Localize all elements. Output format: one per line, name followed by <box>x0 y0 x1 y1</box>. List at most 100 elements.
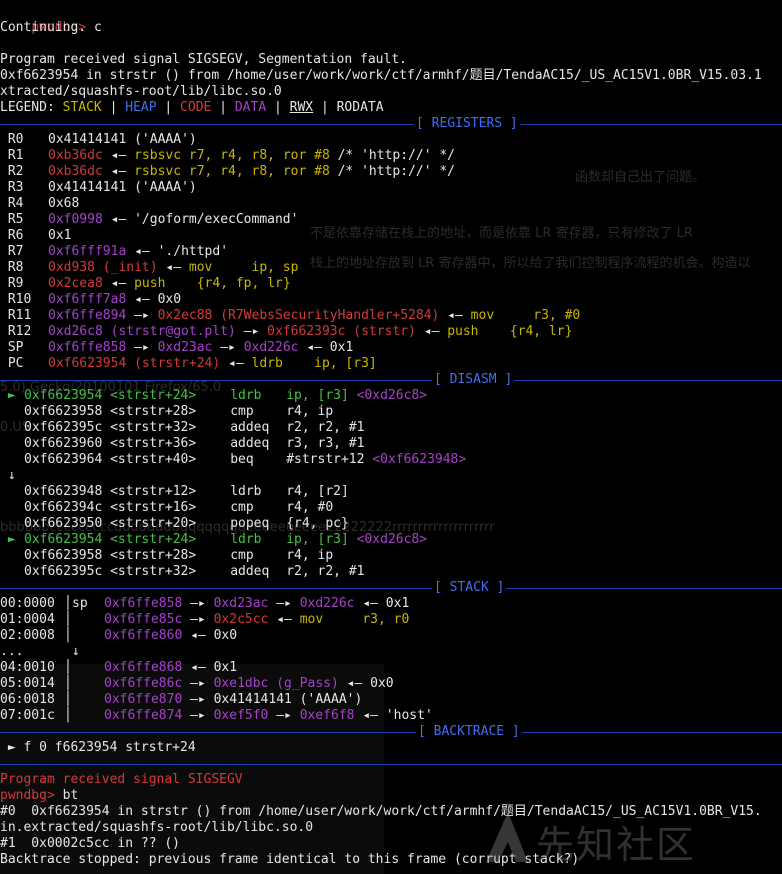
disasm-address: 0xf662394c <strstr+16> <box>24 500 197 515</box>
register-arrow: —▸ <box>126 308 158 323</box>
disasm-marker: ↓ <box>0 468 16 483</box>
disasm-address: 0xf6623958 <strstr+28> <box>24 404 197 419</box>
legend-data: DATA <box>234 100 267 115</box>
disasm-operands: #strstr+12 <box>286 452 365 467</box>
disasm-operands: r4, [r2] <box>286 484 349 499</box>
register-value: 0xf6ffe894 <box>48 308 127 323</box>
stack-chain: ◂— <box>268 612 300 627</box>
register-annotation: ('AAAA') <box>126 180 197 195</box>
register-arrow: ◂— <box>102 148 135 163</box>
stack-chain: —▸ 0x41414141 ('AAAA') <box>182 692 363 707</box>
register-annotation: ◂— 0x0 <box>126 292 182 307</box>
register-row: R12 0xd26c8 (strstr@got.plt) —▸ 0xf662393… <box>0 324 573 340</box>
register-row: R1 0xb36dc ◂— rsbsvc r7, r4, r8, ror #8 /… <box>0 148 455 164</box>
output-line: xtracted/squashfs-root/lib/libc.so.0 <box>0 84 282 99</box>
section-divider <box>0 764 782 765</box>
stack-offset: 02:0008 <box>0 628 55 643</box>
legend-rodata: RODATA <box>336 100 384 115</box>
register-value: 0xb36dc <box>48 164 103 179</box>
section-title-registers: [ REGISTERS ] <box>414 116 520 132</box>
disasm-target: <0xd26c8> <box>348 388 428 403</box>
command-text: bt <box>62 788 79 803</box>
disasm-operands: ip, [r3] <box>286 532 349 547</box>
output-line: 0xf6623954 in strstr () from /home/user/… <box>0 68 762 83</box>
disasm-operands: r2, r2, #1 <box>286 420 365 435</box>
prompt: pwndbg> <box>0 788 55 803</box>
disasm-opcode: addeq <box>230 436 270 451</box>
register-name: R9 <box>0 276 24 291</box>
register-row: SP 0xf6ffe858 —▸ 0xd23ac —▸ 0xd226c ◂— 0x… <box>0 340 353 356</box>
disasm-address: 0xf6623960 <strstr+36> <box>24 436 197 451</box>
stack-chain: ◂— 0x1 <box>354 596 410 611</box>
section-title-backtrace: [ BACKTRACE ] <box>416 724 522 740</box>
ghost-text: 不是依靠存储在栈上的地址，而是依靠 LR 寄存器，只有修改了 LR <box>310 226 693 241</box>
disasm-target: <0xd26c8> <box>348 532 428 547</box>
stack-offset: 07:001c <box>0 708 55 723</box>
disasm-row: 0xf6623960 <strstr+36> addeq r3, r3, #1 <box>0 436 364 452</box>
register-arrow: —▸ <box>126 340 158 355</box>
legend-heap: HEAP <box>125 100 157 115</box>
register-deref: 0x2ec88 (R7WebsSecurityHandler+5284) <box>157 308 440 323</box>
stack-row: 02:0008 │ 0xf6ffe860 ◂— 0x0 <box>0 628 237 644</box>
stack-offset: ... <box>0 644 24 659</box>
stack-register: sp <box>72 596 88 611</box>
register-annotation: ◂— 0x1 <box>298 340 354 355</box>
section-divider <box>0 588 782 589</box>
register-row: R9 0x2cea8 ◂— push {r4, fp, lr} <box>0 276 291 292</box>
disasm-address: 0xf6623964 <strstr+40> <box>24 452 197 467</box>
register-arrow: ◂— <box>439 308 471 323</box>
register-deref: 0xd23ac <box>157 340 213 355</box>
stack-chain: —▸ <box>182 708 214 723</box>
register-value: 0xf6623954 (strstr+24) <box>48 356 221 371</box>
disasm-opcode: popeq <box>230 516 270 531</box>
backtrace-frame: ► f 0 f6623954 strstr+24 <box>0 740 196 755</box>
register-name: R11 <box>0 308 32 323</box>
register-row: R2 0xb36dc ◂— rsbsvc r7, r4, r8, ror #8 /… <box>0 164 455 180</box>
section-divider <box>0 380 782 381</box>
disasm-address: 0xf6623948 <strstr+12> <box>24 484 197 499</box>
register-name: R6 <box>0 228 24 243</box>
disasm-opcode: cmp <box>230 404 254 419</box>
stack-divider: │ <box>64 628 72 643</box>
watermark-logo: 先知社区 <box>482 806 772 867</box>
disasm-row: 0xf662395c <strstr+32> addeq r2, r2, #1 <box>0 564 364 580</box>
legend-stack: STACK <box>62 100 102 115</box>
register-row: R4 0x68 <box>0 196 80 212</box>
disasm-address: 0xf6623958 <strstr+28> <box>24 548 197 563</box>
register-name: R0 <box>0 132 24 147</box>
stack-address: 0xf6ffe85c <box>104 612 183 627</box>
stack-row: ... ↓ <box>0 644 80 660</box>
disasm-row: ↓ <box>0 468 40 484</box>
stack-offset: 00:0000 <box>0 596 55 611</box>
disasm-row: 0xf662395c <strstr+32> addeq r2, r2, #1 <box>0 420 364 436</box>
register-row: R3 0x41414141 ('AAAA') <box>0 180 197 196</box>
stack-address: 0xf6ffe86c <box>104 676 183 691</box>
register-value: 0xf0998 <box>48 212 103 227</box>
disasm-operands: r3, r3, #1 <box>286 436 365 451</box>
stack-chain: 0xef6f8 <box>299 708 355 723</box>
stack-divider: │ <box>64 596 72 611</box>
stack-address: 0xf6ffe874 <box>104 708 183 723</box>
register-name: SP <box>0 340 24 355</box>
disasm-operands: r2, r2, #1 <box>286 564 365 579</box>
disasm-row: 0xf6623958 <strstr+28> cmp r4, ip <box>0 548 333 564</box>
stack-chain: —▸ <box>268 596 300 611</box>
register-arrow: ◂— <box>157 260 189 275</box>
register-value: 0xf6fff91a <box>48 244 127 259</box>
register-value: 0x41414141 <box>48 180 127 195</box>
register-name: R12 <box>0 324 32 339</box>
prompt-line: pwndbg> bt <box>0 788 78 804</box>
register-value: 0x68 <box>48 196 80 211</box>
legend-rwx: RWX <box>289 100 314 115</box>
command-text: c <box>93 20 102 35</box>
register-arrow: —▸ <box>235 324 268 339</box>
disasm-address: 0xf662395c <strstr+32> <box>24 420 197 435</box>
stack-chain: —▸ <box>182 612 214 627</box>
register-deref: 0xd226c <box>243 340 299 355</box>
disasm-address: 0xf6623954 <strstr+24> <box>24 388 197 403</box>
prompt-line: pwndbg> c <box>0 4 101 35</box>
ghost-text: 栈上的地址存放到 LR 寄存器中，所以给了我们控制程序流程的机会。构造以 <box>310 256 751 271</box>
stack-address: 0xf6ffe860 <box>104 628 183 643</box>
terminal-window[interactable]: 函数却自己出了问题。 不是依靠存储在栈上的地址，而是依靠 LR 寄存器，只有修改… <box>0 0 782 874</box>
disasm-operands: r4, ip <box>286 548 334 563</box>
